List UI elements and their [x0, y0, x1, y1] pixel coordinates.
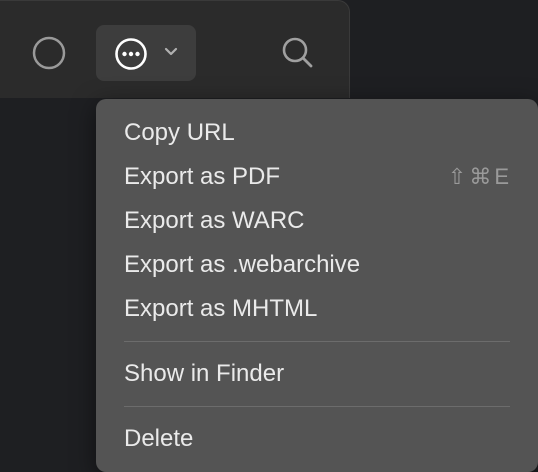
menu-item-copy-url[interactable]: Copy URL	[96, 111, 538, 155]
search-button[interactable]	[278, 33, 318, 73]
context-menu: Copy URL Export as PDF ⇧⌘E Export as WAR…	[96, 99, 538, 472]
menu-item-shortcut: ⇧⌘E	[447, 164, 512, 189]
menu-item-export-mhtml[interactable]: Export as MHTML	[96, 287, 538, 331]
menu-separator	[124, 341, 510, 342]
menu-item-label: Delete	[124, 425, 194, 452]
chevron-down-icon	[164, 47, 178, 56]
circle-icon	[32, 36, 66, 70]
menu-item-label: Export as .webarchive	[124, 251, 361, 278]
circle-button[interactable]	[30, 34, 68, 72]
menu-item-label: Show in Finder	[124, 360, 285, 387]
menu-item-export-webarchive[interactable]: Export as .webarchive	[96, 243, 538, 287]
menu-separator	[124, 406, 510, 407]
menu-item-label: Export as PDF	[124, 163, 281, 190]
search-icon	[282, 37, 313, 68]
menu-item-label: Copy URL	[124, 119, 235, 146]
menu-item-show-in-finder[interactable]: Show in Finder	[96, 352, 538, 396]
menu-item-label: Export as WARC	[124, 207, 305, 234]
menu-item-label: Export as MHTML	[124, 295, 318, 322]
menu-item-delete[interactable]: Delete	[96, 417, 538, 461]
toolbar	[0, 0, 350, 98]
ellipsis-circle-icon	[115, 38, 147, 70]
more-actions-button[interactable]	[96, 25, 196, 81]
menu-item-export-pdf[interactable]: Export as PDF ⇧⌘E	[96, 155, 538, 199]
menu-item-export-warc[interactable]: Export as WARC	[96, 199, 538, 243]
